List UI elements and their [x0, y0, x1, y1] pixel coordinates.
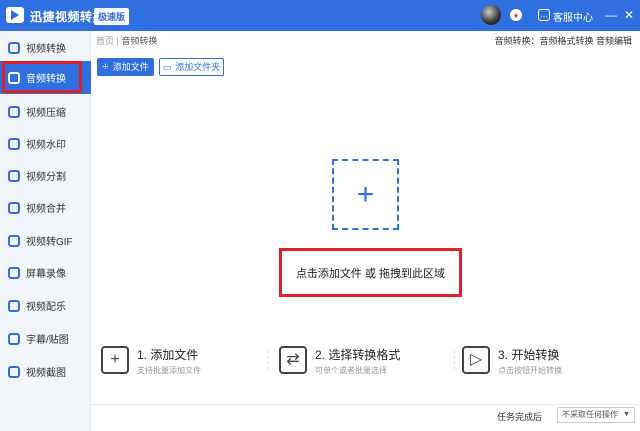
breadcrumb-current: 音频转换 — [121, 36, 158, 46]
sidebar-item-subtitle-sticker[interactable]: 字幕/贴图 — [0, 322, 91, 355]
breadcrumb-home[interactable]: 首页 — [96, 36, 114, 46]
highlight-box-sidebar — [2, 61, 82, 93]
avatar[interactable] — [481, 5, 501, 25]
sidebar-item-video-music[interactable]: 视频配乐 — [0, 289, 91, 322]
sidebar-item-video-compress[interactable]: 视频压缩 — [0, 95, 91, 128]
screenshot-icon — [8, 365, 20, 378]
sidebar-item-video-to-gif[interactable]: 视频转GIF — [0, 224, 91, 257]
divider — [268, 350, 269, 370]
step-add-file: + 1. 添加文件 支持批量添加文件 — [101, 346, 261, 376]
vip-icon[interactable]: ♦ — [510, 9, 522, 21]
sidebar-item-video-watermark[interactable]: 视频水印 — [0, 127, 91, 160]
screen-record-icon — [8, 266, 20, 279]
add-file-button[interactable]: + 添加文件 — [97, 58, 154, 76]
chevron-right-icon: ▶ — [83, 72, 90, 81]
after-task-label: 任务完成后 — [497, 412, 543, 422]
play-clapper-icon: ▷ — [462, 346, 490, 374]
help-center-link[interactable]: 客服中心 — [553, 9, 593, 24]
chat-bubble-icon[interactable]: … — [538, 9, 550, 21]
folder-icon: ▭ — [162, 62, 172, 72]
plus-icon: + — [102, 61, 109, 73]
gif-icon — [8, 234, 20, 247]
top-links[interactable]: 音频转换：音频格式转换 音频编辑 — [494, 34, 632, 47]
breadcrumb-separator: | — [116, 36, 119, 46]
sidebar-item-video-screenshot[interactable]: 视频截图 — [0, 355, 91, 388]
video-convert-icon — [8, 41, 20, 54]
step-select-format: ⇄ 2. 选择转换格式 可单个或者批量选择 — [279, 346, 449, 376]
chevron-down-icon: ▼ — [623, 411, 630, 418]
add-file-icon: + — [101, 346, 129, 374]
divider — [454, 350, 455, 370]
video-compress-icon — [8, 105, 20, 118]
app-logo-icon — [6, 7, 24, 23]
close-button[interactable]: ✕ — [622, 6, 636, 24]
add-plus-icon: + — [356, 178, 375, 211]
breadcrumb: 首页 | 音频转换 — [96, 34, 157, 47]
split-icon — [8, 169, 20, 182]
watermark-icon — [8, 137, 20, 150]
merge-icon — [8, 201, 20, 214]
sidebar-item-video-convert[interactable]: 视频转换 — [0, 31, 91, 64]
drop-zone-text[interactable]: 点击添加文件 或 拖拽到此区域 — [279, 265, 462, 281]
sidebar-item-video-split[interactable]: 视频分割 — [0, 159, 91, 192]
add-folder-button[interactable]: ▭ 添加文件夹 — [159, 58, 224, 76]
minimize-button[interactable]: — — [604, 6, 618, 24]
sidebar-item-screen-record[interactable]: 屏幕录像 — [0, 256, 91, 289]
drop-zone[interactable]: + — [332, 159, 399, 230]
after-task-select[interactable]: 不采取任何操作 ▼ — [557, 407, 635, 423]
step-start-convert: ▷ 3. 开始转换 点击按钮开始转换 — [462, 346, 622, 376]
edition-badge: 极速版 — [94, 8, 130, 25]
subtitle-icon — [8, 332, 20, 345]
sidebar-item-video-merge[interactable]: 视频合并 — [0, 191, 91, 224]
music-icon — [8, 299, 20, 312]
convert-arrows-icon: ⇄ — [279, 346, 307, 374]
